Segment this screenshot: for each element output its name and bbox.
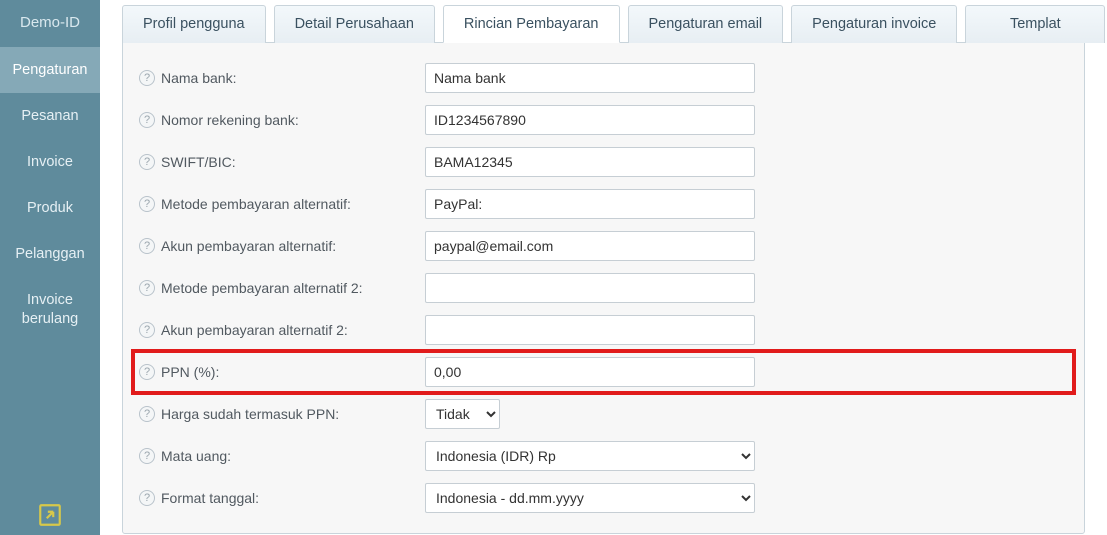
date-format-select[interactable]: Indonesia - dd.mm.yyyy — [425, 483, 755, 513]
tab-label: Profil pengguna — [143, 16, 245, 32]
field-label: Metode pembayaran alternatif 2: — [161, 280, 363, 296]
sidebar-bottom-icon[interactable] — [0, 494, 100, 535]
currency-select[interactable]: Indonesia (IDR) Rp — [425, 441, 755, 471]
tab-label: Rincian Pembayaran — [464, 16, 599, 32]
help-icon[interactable]: ? — [139, 322, 155, 338]
ppn-input[interactable] — [425, 357, 755, 387]
tab-label: Detail Perusahaan — [295, 16, 414, 32]
help-icon[interactable]: ? — [139, 364, 155, 380]
sidebar-item-label: Invoice berulang — [22, 292, 78, 326]
help-icon[interactable]: ? — [139, 238, 155, 254]
field-row-alt-account: ? Akun pembayaran alternatif: — [135, 225, 1072, 267]
sidebar-item-label: Produk — [27, 200, 73, 216]
tab-label: Pengaturan invoice — [812, 16, 936, 32]
field-row-alt-account2: ? Akun pembayaran alternatif 2: — [135, 309, 1072, 351]
field-label: PPN (%): — [161, 364, 219, 380]
field-label: Metode pembayaran alternatif: — [161, 196, 351, 212]
account-no-input[interactable] — [425, 105, 755, 135]
field-label: Format tanggal: — [161, 490, 259, 506]
field-label: Nama bank: — [161, 70, 236, 86]
tab-label: Pengaturan email — [649, 16, 763, 32]
sidebar-item-label: Demo-ID — [20, 14, 80, 31]
form-panel: ? Nama bank: ? Nomor rekening bank: ? SW… — [122, 42, 1085, 534]
sidebar-item-pelanggan[interactable]: Pelanggan — [0, 231, 100, 277]
field-label: Akun pembayaran alternatif: — [161, 238, 336, 254]
field-row-currency: ? Mata uang: Indonesia (IDR) Rp — [135, 435, 1072, 477]
help-icon[interactable]: ? — [139, 154, 155, 170]
field-label: Akun pembayaran alternatif 2: — [161, 322, 348, 338]
help-icon[interactable]: ? — [139, 280, 155, 296]
tab-templat[interactable]: Templat — [965, 5, 1105, 43]
help-icon[interactable]: ? — [139, 112, 155, 128]
help-icon[interactable]: ? — [139, 70, 155, 86]
help-icon[interactable]: ? — [139, 448, 155, 464]
sidebar-item-label: Pesanan — [21, 108, 78, 124]
field-label: Nomor rekening bank: — [161, 112, 299, 128]
sidebar-item-label: Pengaturan — [13, 62, 88, 78]
sidebar-item-label: Pelanggan — [15, 246, 84, 262]
tabs: Profil pengguna Detail Perusahaan Rincia… — [104, 4, 1103, 42]
field-row-ppn-included: ? Harga sudah termasuk PPN: Tidak — [135, 393, 1072, 435]
main-content: Profil pengguna Detail Perusahaan Rincia… — [100, 0, 1107, 535]
field-label: Mata uang: — [161, 448, 231, 464]
field-row-swift: ? SWIFT/BIC: — [135, 141, 1072, 183]
sidebar-item-demo-id[interactable]: Demo-ID — [0, 0, 100, 47]
help-icon[interactable]: ? — [139, 490, 155, 506]
bank-name-input[interactable] — [425, 63, 755, 93]
alt-method-input[interactable] — [425, 189, 755, 219]
share-icon — [37, 502, 63, 528]
sidebar: Demo-ID Pengaturan Pesanan Invoice Produ… — [0, 0, 100, 535]
sidebar-item-invoice[interactable]: Invoice — [0, 139, 100, 185]
field-row-alt-method: ? Metode pembayaran alternatif: — [135, 183, 1072, 225]
help-icon[interactable]: ? — [139, 406, 155, 422]
sidebar-item-pesanan[interactable]: Pesanan — [0, 93, 100, 139]
field-row-date-format: ? Format tanggal: Indonesia - dd.mm.yyyy — [135, 477, 1072, 519]
tab-detail-perusahaan[interactable]: Detail Perusahaan — [274, 5, 435, 43]
ppn-included-select[interactable]: Tidak — [425, 399, 500, 429]
alt-account-input[interactable] — [425, 231, 755, 261]
field-label: SWIFT/BIC: — [161, 154, 236, 170]
field-row-ppn: ? PPN (%): — [131, 349, 1076, 395]
help-icon[interactable]: ? — [139, 196, 155, 212]
tab-profil-pengguna[interactable]: Profil pengguna — [122, 5, 266, 43]
sidebar-item-label: Invoice — [27, 154, 73, 170]
tab-pengaturan-email[interactable]: Pengaturan email — [628, 5, 784, 43]
field-row-alt-method2: ? Metode pembayaran alternatif 2: — [135, 267, 1072, 309]
tab-pengaturan-invoice[interactable]: Pengaturan invoice — [791, 5, 957, 43]
alt-account2-input[interactable] — [425, 315, 755, 345]
sidebar-item-pengaturan[interactable]: Pengaturan — [0, 47, 100, 93]
field-label: Harga sudah termasuk PPN: — [161, 406, 339, 422]
sidebar-item-produk[interactable]: Produk — [0, 185, 100, 231]
sidebar-item-invoice-berulang[interactable]: Invoice berulang — [0, 277, 100, 341]
alt-method2-input[interactable] — [425, 273, 755, 303]
tab-label: Templat — [1010, 16, 1061, 32]
swift-input[interactable] — [425, 147, 755, 177]
field-row-account-no: ? Nomor rekening bank: — [135, 99, 1072, 141]
field-row-bank-name: ? Nama bank: — [135, 57, 1072, 99]
tab-rincian-pembayaran[interactable]: Rincian Pembayaran — [443, 5, 620, 43]
